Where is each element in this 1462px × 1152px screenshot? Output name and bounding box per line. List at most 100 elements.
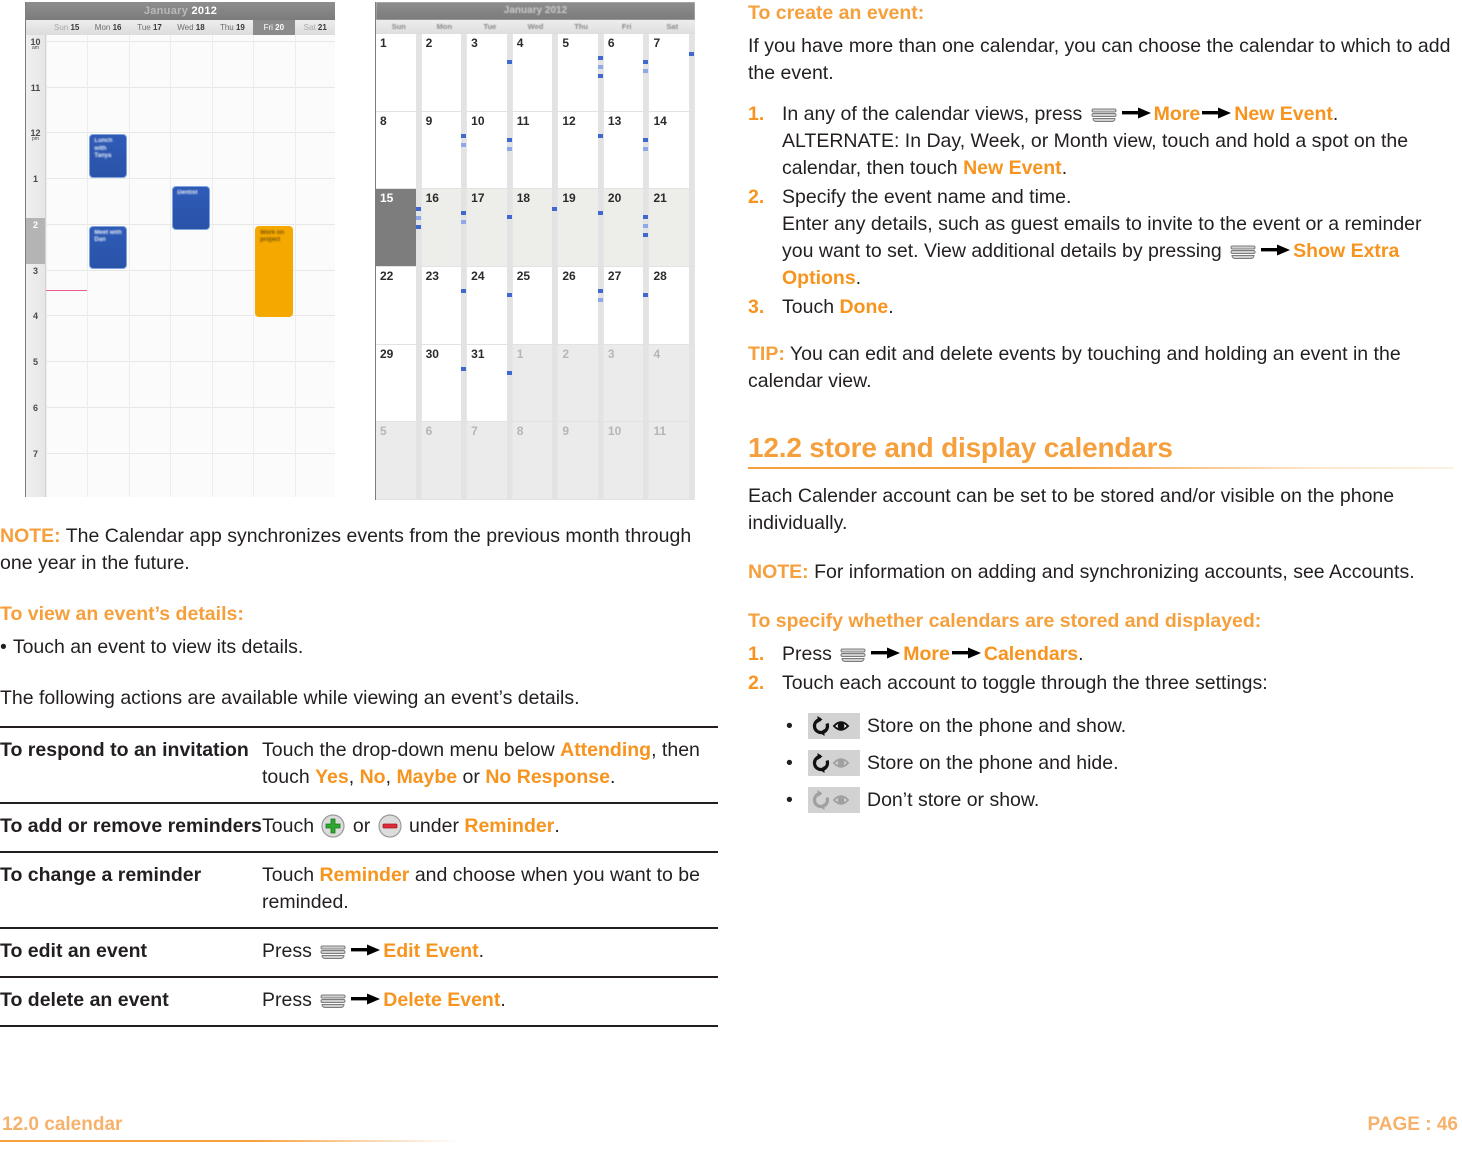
- month-day-cell[interactable]: 22: [376, 267, 422, 344]
- month-day-number: 5: [380, 424, 387, 439]
- month-event-strip: [689, 34, 695, 111]
- calendar-event[interactable]: Meet with Dan: [89, 225, 127, 270]
- month-day-cell[interactable]: 8: [376, 111, 422, 189]
- month-day-cell[interactable]: 29: [376, 344, 422, 422]
- month-day-cell[interactable]: 24: [467, 267, 513, 344]
- sync-and-hide-icon[interactable]: [808, 750, 860, 776]
- month-event-strip: [506, 344, 512, 422]
- month-day-cell[interactable]: 2: [421, 34, 468, 111]
- week-day-header[interactable]: Sun 15: [46, 20, 87, 35]
- inline-ui-label[interactable]: Yes: [315, 766, 349, 788]
- month-day-cell[interactable]: 23: [421, 267, 468, 344]
- week-day-header[interactable]: Wed 18: [170, 20, 211, 35]
- month-day-cell[interactable]: 7: [467, 422, 513, 500]
- inline-ui-label[interactable]: New Event: [1234, 103, 1333, 125]
- week-day-header[interactable]: Mon 16: [87, 20, 128, 35]
- month-day-cell[interactable]: 15: [376, 189, 422, 267]
- month-day-cell[interactable]: 12: [558, 111, 604, 189]
- month-day-cell[interactable]: 7: [649, 34, 695, 111]
- month-event-strip: [461, 344, 467, 422]
- week-day-header[interactable]: Sat 21: [295, 20, 335, 35]
- month-day-cell[interactable]: 11: [649, 422, 695, 500]
- month-day-cell[interactable]: 4: [512, 34, 559, 111]
- inline-text: In any of the calendar views, press: [782, 103, 1088, 125]
- inline-ui-label[interactable]: Calendars: [984, 643, 1078, 665]
- inline-ui-label[interactable]: No Response: [485, 766, 610, 788]
- month-day-cell[interactable]: 10: [467, 111, 513, 189]
- month-day-number: 23: [425, 269, 439, 284]
- section-title-12-2: 12.2 store and display calendars: [748, 432, 1173, 463]
- inline-ui-label[interactable]: Attending: [560, 739, 651, 761]
- inline-ui-label[interactable]: Reminder: [464, 815, 554, 837]
- month-day-cell[interactable]: 3: [603, 344, 650, 422]
- step-number: 2.: [748, 672, 765, 694]
- calendar-event[interactable]: Dentist: [172, 186, 210, 230]
- month-day-cell[interactable]: 30: [421, 344, 468, 422]
- month-day-number: 2: [562, 346, 569, 361]
- month-day-cell[interactable]: 2: [558, 344, 604, 422]
- month-day-number: 17: [471, 191, 485, 206]
- month-event-strip: [552, 344, 558, 422]
- month-day-cell[interactable]: 16: [421, 189, 468, 267]
- inline-ui-label[interactable]: Done: [839, 296, 888, 318]
- month-event-strip: [597, 422, 603, 500]
- inline-ui-label[interactable]: Reminder: [319, 864, 409, 886]
- month-day-cell[interactable]: 11: [512, 111, 559, 189]
- week-day-divider: [253, 35, 255, 497]
- paragraph-more-than-one-calendar: If you have more than one calendar, you …: [748, 35, 1451, 84]
- month-event-strip: [689, 111, 695, 189]
- calendar-event[interactable]: Lunch with Tanya: [89, 134, 127, 178]
- week-day-divider: [128, 35, 130, 497]
- inline-ui-label[interactable]: Edit Event: [383, 940, 478, 962]
- inline-ui-label[interactable]: Delete Event: [383, 989, 500, 1011]
- inline-ui-label[interactable]: More: [903, 643, 950, 665]
- inline-text: Specify the event name and time.: [782, 186, 1072, 208]
- remove-reminder-icon[interactable]: [378, 814, 402, 838]
- week-day-header[interactable]: Tue 17: [129, 20, 170, 35]
- month-day-cell[interactable]: 31: [467, 344, 513, 422]
- month-day-cell[interactable]: 6: [421, 422, 468, 500]
- calendar-event[interactable]: Work on project: [255, 225, 293, 318]
- month-day-cell[interactable]: 25: [512, 267, 559, 344]
- month-event-strip: [597, 34, 603, 111]
- month-day-cell[interactable]: 20: [603, 189, 650, 267]
- inline-ui-label[interactable]: More: [1154, 103, 1201, 125]
- month-day-cell[interactable]: 8: [512, 422, 559, 500]
- numbered-step: 2. Specify the event name and time. Enter …: [748, 184, 1454, 292]
- month-day-cell[interactable]: 9: [421, 111, 468, 189]
- month-day-cell[interactable]: 26: [558, 267, 604, 344]
- month-day-cell[interactable]: 5: [558, 34, 604, 111]
- month-day-cell[interactable]: 21: [649, 189, 695, 267]
- footer-chapter-label: 12.0 calendar: [2, 1114, 123, 1135]
- month-day-number: 11: [653, 424, 667, 439]
- no-sync-no-show-icon[interactable]: [808, 787, 860, 813]
- month-day-number: 16: [425, 191, 439, 206]
- week-day-header[interactable]: Thu 19: [212, 20, 253, 35]
- month-day-cell[interactable]: 19: [558, 189, 604, 267]
- month-day-cell[interactable]: 5: [376, 422, 422, 500]
- week-day-header[interactable]: Fri 20: [253, 20, 295, 35]
- month-event-dot: [506, 137, 512, 142]
- inline-ui-label[interactable]: New Event: [963, 157, 1062, 179]
- add-reminder-icon[interactable]: [321, 814, 346, 838]
- sync-and-show-icon[interactable]: [808, 713, 860, 739]
- inline-ui-label[interactable]: No: [360, 766, 386, 788]
- inline-ui-label[interactable]: Maybe: [396, 766, 457, 788]
- month-day-cell[interactable]: 4: [649, 344, 695, 422]
- month-day-cell[interactable]: 14: [649, 111, 695, 189]
- month-day-cell[interactable]: 27: [603, 267, 650, 344]
- month-day-cell[interactable]: 6: [603, 34, 650, 111]
- month-day-cell[interactable]: 10: [603, 422, 650, 500]
- month-event-strip: [597, 267, 603, 344]
- month-day-cell[interactable]: 17: [467, 189, 513, 267]
- month-day-cell[interactable]: 1: [512, 344, 559, 422]
- month-day-cell[interactable]: 1: [376, 34, 422, 111]
- month-day-cell[interactable]: 13: [603, 111, 650, 189]
- month-day-cell[interactable]: 3: [467, 34, 513, 111]
- month-day-cell[interactable]: 18: [512, 189, 559, 267]
- month-event-dot: [415, 207, 421, 212]
- month-day-number: 8: [516, 424, 524, 439]
- month-day-cell[interactable]: 28: [649, 267, 695, 344]
- setting-label: Store on the phone and show.: [867, 715, 1127, 737]
- month-day-cell[interactable]: 9: [558, 422, 604, 500]
